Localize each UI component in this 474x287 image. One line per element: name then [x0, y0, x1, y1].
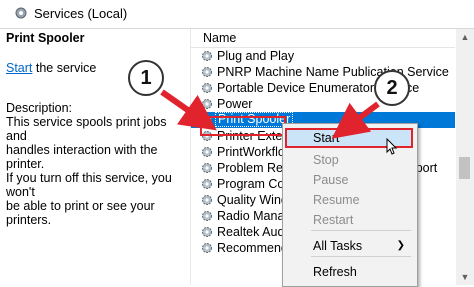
title-bar: Services (Local) [0, 0, 474, 29]
gear-icon [202, 147, 212, 157]
scroll-down-icon[interactable]: ▼ [456, 269, 474, 285]
menu-item-resume[interactable]: Resume [285, 190, 413, 210]
menu-item-restart[interactable]: Restart [285, 210, 413, 230]
gear-icon [202, 83, 212, 93]
column-header-label: Name [203, 31, 237, 45]
scroll-thumb[interactable] [459, 157, 470, 179]
start-service-link[interactable]: Start [6, 61, 32, 75]
gear-icon [202, 99, 212, 109]
menu-item-label: Pause [313, 173, 349, 187]
menu-item-refresh[interactable]: Refresh [285, 262, 413, 282]
service-row[interactable]: Power [191, 96, 455, 112]
services-gear-icon [15, 7, 27, 19]
start-service-suffix: the service [32, 61, 97, 75]
mouse-cursor-icon [386, 138, 398, 155]
gear-icon [202, 227, 212, 237]
scroll-up-icon[interactable]: ▲ [456, 29, 474, 45]
description-line: If you turn off this service, you won't [6, 171, 172, 199]
window-title: Services (Local) [34, 6, 128, 21]
menu-item-label: Resume [313, 193, 360, 207]
gear-icon [202, 211, 212, 221]
service-name-heading: Print Spooler [6, 31, 85, 45]
gear-icon [202, 67, 212, 77]
service-row-name: PNRP Machine Name Publication Service [217, 65, 449, 79]
menu-separator [311, 256, 411, 257]
gear-icon [202, 179, 212, 189]
vertical-scrollbar[interactable]: ▲ ▼ [456, 29, 474, 285]
service-row-name: Plug and Play [217, 49, 295, 63]
menu-item-pause[interactable]: Pause [285, 170, 413, 190]
start-service-line: Start the service [6, 61, 96, 75]
service-row-name: Power [217, 97, 253, 111]
menu-item-label: Start [313, 131, 340, 145]
gear-icon [202, 163, 212, 173]
gear-icon [202, 243, 212, 253]
description-line: handles interaction with the printer. [6, 143, 158, 171]
service-row[interactable]: Plug and Play [191, 48, 455, 64]
step-2-badge: 2 [374, 70, 410, 106]
menu-item-label: All Tasks [313, 239, 363, 253]
menu-item-label: Stop [313, 153, 339, 167]
description-line: be able to print or see your printers. [6, 199, 155, 227]
menu-item-all-tasks[interactable]: All Tasks ❯ [285, 236, 413, 256]
menu-item-label: Refresh [313, 265, 357, 279]
service-details-pane: Print Spooler Start the service Descript… [0, 29, 190, 285]
description-line: This service spools print jobs and [6, 115, 167, 143]
highlight-box-print-spooler [200, 116, 286, 136]
menu-item-label: Restart [313, 213, 354, 227]
menu-separator [311, 230, 411, 231]
step-1-badge: 1 [128, 60, 164, 96]
gear-icon [202, 195, 212, 205]
service-row[interactable]: Portable Device Enumerator Service [191, 80, 455, 96]
description-label: Description: [6, 101, 72, 115]
service-row[interactable]: PNRP Machine Name Publication Service [191, 64, 455, 80]
gear-icon [202, 51, 212, 61]
description-text: This service spools print jobs and handl… [6, 115, 190, 227]
submenu-arrow-icon: ❯ [396, 240, 405, 251]
column-header-name[interactable]: Name [191, 29, 455, 48]
